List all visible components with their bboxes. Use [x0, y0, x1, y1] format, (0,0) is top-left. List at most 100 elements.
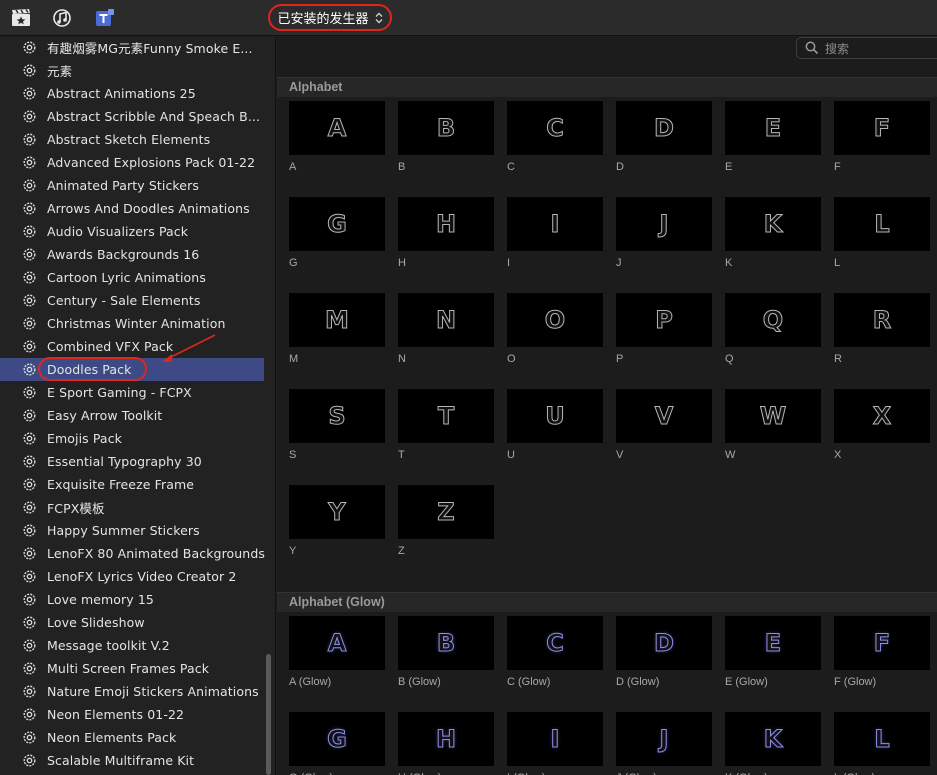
sidebar-item[interactable]: Love memory 15: [0, 588, 264, 611]
sidebar-item[interactable]: Love Slideshow: [0, 611, 264, 634]
generator-thumbnail[interactable]: G: [289, 712, 385, 766]
generator-thumbnail[interactable]: K: [725, 197, 821, 251]
generator-thumbnail[interactable]: O: [507, 293, 603, 347]
generator-dropdown-label: 已安装的发生器: [277, 12, 369, 27]
generator-thumbnail[interactable]: B: [398, 616, 494, 670]
generator-thumbnail[interactable]: P: [616, 293, 712, 347]
title-t-icon[interactable]: [94, 7, 116, 29]
thumbnail-letter: I: [550, 725, 560, 754]
sidebar-item[interactable]: Essential Typography 30: [0, 450, 264, 473]
generator-gear-icon: [23, 662, 36, 675]
generator-thumbnail[interactable]: V: [616, 389, 712, 443]
generator-thumbnail[interactable]: C: [507, 616, 603, 670]
generator-thumbnail[interactable]: J: [616, 712, 712, 766]
generator-thumbnail[interactable]: F: [834, 101, 930, 155]
sidebar-item[interactable]: Nature Emoji Stickers Animations: [0, 680, 264, 703]
thumbnail-letter: M: [325, 306, 350, 335]
thumbnail-letter: J: [659, 210, 669, 239]
sidebar-item[interactable]: LenoFX Lyrics Video Creator 2: [0, 565, 264, 588]
generator-thumbnail[interactable]: A: [289, 101, 385, 155]
generator-thumbnail[interactable]: H: [398, 197, 494, 251]
sidebar-item[interactable]: Neon Elements Pack: [0, 726, 264, 749]
chevron-updown-icon: [375, 12, 383, 24]
generator-thumbnail[interactable]: C: [507, 101, 603, 155]
generator-thumbnail[interactable]: F: [834, 616, 930, 670]
generator-thumbnail[interactable]: D: [616, 101, 712, 155]
generator-gear-icon: [23, 294, 36, 307]
sidebar-item[interactable]: Exquisite Freeze Frame: [0, 473, 264, 496]
generator-thumbnail[interactable]: M: [289, 293, 385, 347]
generator-thumbnail[interactable]: A: [289, 616, 385, 670]
sidebar-item[interactable]: Scalable Multiframe Kit: [0, 749, 264, 772]
generator-thumbnail[interactable]: S: [289, 389, 385, 443]
sidebar-item-label: Message toolkit V.2: [47, 638, 170, 653]
sidebar-item-label: Cartoon Lyric Animations: [47, 270, 206, 285]
generator-gear-icon: [23, 64, 36, 77]
sidebar-item[interactable]: Cartoon Lyric Animations: [0, 266, 264, 289]
sidebar-item[interactable]: Audio Visualizers Pack: [0, 220, 264, 243]
sidebar-item[interactable]: Arrows And Doodles Animations: [0, 197, 264, 220]
generator-thumbnail[interactable]: G: [289, 197, 385, 251]
generator-thumbnail[interactable]: D: [616, 616, 712, 670]
generator-thumbnail[interactable]: B: [398, 101, 494, 155]
sidebar-item[interactable]: Abstract Animations 25: [0, 82, 264, 105]
thumbnail-letter: E: [764, 629, 782, 658]
search-input[interactable]: 搜索: [796, 37, 937, 59]
sidebar-item[interactable]: E Sport Gaming - FCPX: [0, 381, 264, 404]
generator-gear-icon: [23, 363, 36, 376]
clapper-star-icon[interactable]: [10, 7, 32, 29]
sidebar-item[interactable]: Message toolkit V.2: [0, 634, 264, 657]
generator-label: J: [616, 257, 622, 269]
sidebar-item[interactable]: Happy Summer Stickers: [0, 519, 264, 542]
generator-thumbnail[interactable]: J: [616, 197, 712, 251]
sidebar-item[interactable]: 元素: [0, 59, 264, 82]
generator-thumbnail[interactable]: H: [398, 712, 494, 766]
sidebar-item[interactable]: Christmas Winter Animation: [0, 312, 264, 335]
sidebar-item[interactable]: Doodles Pack: [0, 358, 264, 381]
generator-gear-icon: [23, 731, 36, 744]
generator-gear-icon: [23, 248, 36, 261]
generator-thumbnail[interactable]: L: [834, 197, 930, 251]
generator-thumbnail[interactable]: I: [507, 712, 603, 766]
generator-gear-icon: [23, 386, 36, 399]
music-notes-icon[interactable]: [52, 7, 74, 29]
sidebar-item[interactable]: Century - Sale Elements: [0, 289, 264, 312]
generator-thumbnail[interactable]: U: [507, 389, 603, 443]
generator-gear-icon: [23, 156, 36, 169]
sidebar-item[interactable]: LenoFX 80 Animated Backgrounds: [0, 542, 265, 565]
sidebar-item[interactable]: Abstract Sketch Elements: [0, 128, 264, 151]
generator-thumbnail[interactable]: Z: [398, 485, 494, 539]
generator-thumbnail[interactable]: W: [725, 389, 821, 443]
generator-thumbnail[interactable]: N: [398, 293, 494, 347]
generator-gear-icon: [23, 478, 36, 491]
toolbar: 已安装的发生器: [0, 0, 937, 36]
sidebar-item[interactable]: Advanced Explosions Pack 01-22: [0, 151, 264, 174]
generator-thumbnail[interactable]: L: [834, 712, 930, 766]
sidebar-item[interactable]: Abstract Scribble And Speach B...: [0, 105, 264, 128]
generator-thumbnail[interactable]: K: [725, 712, 821, 766]
generator-gear-icon: [23, 524, 36, 537]
sidebar-item[interactable]: Emojis Pack: [0, 427, 264, 450]
sidebar-item[interactable]: Easy Arrow Toolkit: [0, 404, 264, 427]
generator-thumbnail[interactable]: T: [398, 389, 494, 443]
generator-thumbnail[interactable]: I: [507, 197, 603, 251]
sidebar-item[interactable]: FCPX模板: [0, 496, 264, 519]
generator-gear-icon: [23, 708, 36, 721]
generator-thumbnail[interactable]: E: [725, 616, 821, 670]
generator-label: I: [507, 257, 511, 269]
sidebar-item[interactable]: 有趣烟雾MG元素Funny Smoke E...: [0, 37, 264, 59]
sidebar-scrollbar[interactable]: [266, 654, 271, 775]
sidebar-item[interactable]: Combined VFX Pack: [0, 335, 264, 358]
generator-dropdown[interactable]: 已安装的发生器: [268, 4, 392, 31]
thumbnail-letter: Z: [437, 498, 455, 527]
sidebar-item[interactable]: Awards Backgrounds 16: [0, 243, 264, 266]
generator-thumbnail[interactable]: Q: [725, 293, 821, 347]
generator-thumbnail[interactable]: E: [725, 101, 821, 155]
generator-thumbnail[interactable]: X: [834, 389, 930, 443]
generator-gear-icon: [23, 179, 36, 192]
generator-thumbnail[interactable]: R: [834, 293, 930, 347]
sidebar-item[interactable]: Multi Screen Frames Pack: [0, 657, 264, 680]
sidebar-item[interactable]: Neon Elements 01-22: [0, 703, 264, 726]
sidebar-item[interactable]: Animated Party Stickers: [0, 174, 264, 197]
generator-thumbnail[interactable]: Y: [289, 485, 385, 539]
